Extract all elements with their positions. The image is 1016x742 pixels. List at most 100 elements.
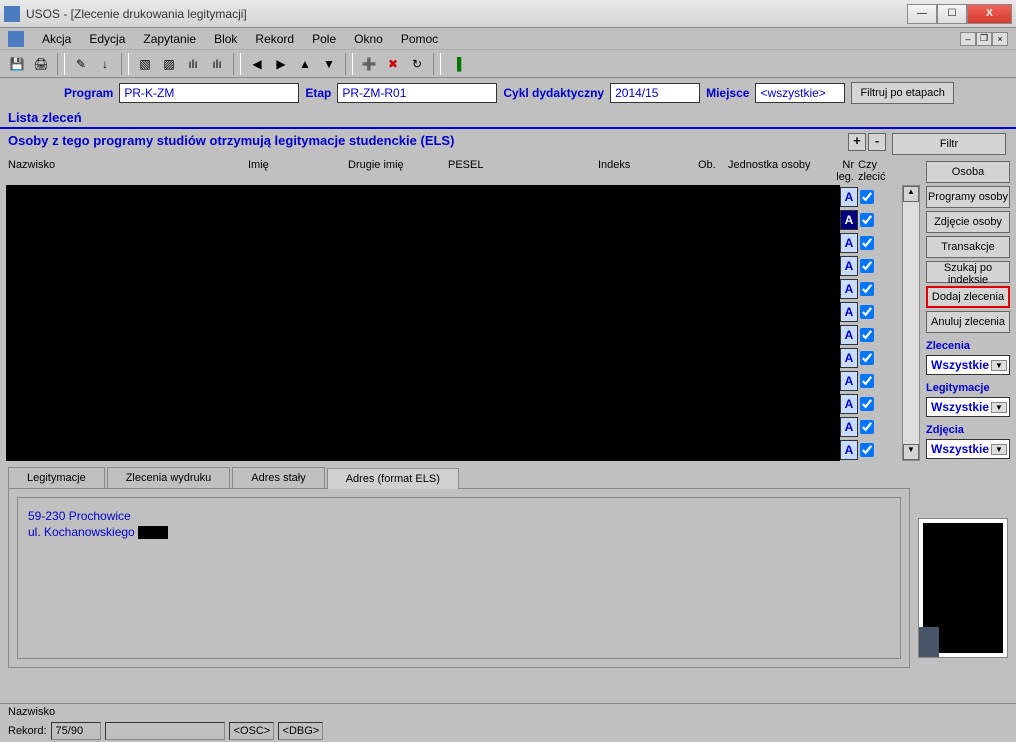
grid-row[interactable]: A [840,277,900,300]
transakcje-button[interactable]: Transakcje [926,236,1010,258]
tool-a-icon[interactable]: ▧ [134,53,156,75]
etap-label: Etap [305,86,331,100]
minimize-button[interactable]: — [907,4,937,24]
menu-pomoc[interactable]: Pomoc [401,32,438,46]
del-icon[interactable]: ✖ [382,53,404,75]
menu-rekord[interactable]: Rekord [255,32,294,46]
mdi-close[interactable]: × [992,32,1008,46]
plus-button[interactable]: + [848,133,866,151]
tab-adres-staly[interactable]: Adres stały [232,467,324,488]
status-dbg: <DBG> [278,722,323,740]
zlecic-checkbox[interactable] [860,443,874,457]
legitymacje-select[interactable]: Wszystkie [926,397,1010,417]
szukaj-po-indeksie-button[interactable]: Szukaj po indeksie [926,261,1010,283]
cell-status: A [840,325,858,345]
lista-zlecen-title: Lista zleceń [0,108,1016,129]
next-icon[interactable]: ▶ [270,53,292,75]
cykl-input[interactable] [610,83,700,103]
programy-osoby-button[interactable]: Programy osoby [926,186,1010,208]
cell-status: A [840,233,858,253]
zdjecie-osoby-button[interactable]: Zdjęcie osoby [926,211,1010,233]
filtruj-button[interactable]: Filtruj po etapach [851,82,953,104]
grid-row[interactable]: A [840,392,900,415]
zlecic-checkbox[interactable] [860,328,874,342]
zlecic-checkbox[interactable] [860,305,874,319]
zdjecia-select[interactable]: Wszystkie [926,439,1010,459]
tab-adres-format-els[interactable]: Adres (format ELS) [327,468,459,489]
filtr-button[interactable]: Filtr [892,133,1006,155]
menu-akcja[interactable]: Akcja [42,32,71,46]
zlecic-checkbox[interactable] [860,282,874,296]
down2-icon[interactable]: ▼ [318,53,340,75]
grid-row[interactable]: A [840,369,900,392]
grid-row[interactable]: A [840,300,900,323]
mdi-minimize[interactable]: – [960,32,976,46]
tab-legitymacje[interactable]: Legitymacje [8,467,105,488]
zlecic-checkbox[interactable] [860,351,874,365]
menu-bar: Akcja Edycja Zapytanie Blok Rekord Pole … [0,28,1016,50]
miejsce-input[interactable] [755,83,845,103]
grid-row[interactable]: A [840,254,900,277]
grid-row[interactable]: A [840,415,900,438]
up-icon[interactable]: ▲ [294,53,316,75]
cell-status: A [840,302,858,322]
minus-button[interactable]: - [868,133,886,151]
menu-blok[interactable]: Blok [214,32,237,46]
exit-icon[interactable]: ▐ [446,53,468,75]
window-title: USOS - [Zlecenie drukowania legitymacji] [26,7,907,21]
cell-status: A [840,371,858,391]
column-headers: Nazwisko Imię Drugie imię PESEL Indeks O… [6,157,920,185]
address-line2: ul. Kochanowskiego [28,524,890,540]
menu-edycja[interactable]: Edycja [89,32,125,46]
grid-row[interactable]: A [840,185,900,208]
zlecic-checkbox[interactable] [860,190,874,204]
menu-zapytanie[interactable]: Zapytanie [143,32,196,46]
refresh-icon[interactable]: ↻ [406,53,428,75]
maximize-button[interactable]: ☐ [937,4,967,24]
zlecic-checkbox[interactable] [860,374,874,388]
etap-input[interactable] [337,83,497,103]
anuluj-zlecenia-button[interactable]: Anuluj zlecenia [926,311,1010,333]
print-icon[interactable]: 🖨 [30,53,52,75]
edit-icon[interactable]: ✎ [70,53,92,75]
add-icon[interactable]: ➕ [358,53,380,75]
zlecic-checkbox[interactable] [860,397,874,411]
grid-row[interactable]: A [840,231,900,254]
close-button[interactable]: X [967,4,1012,24]
zlecic-checkbox[interactable] [860,236,874,250]
program-input[interactable] [119,83,299,103]
mdi-icon [8,31,24,47]
tool-b-icon[interactable]: ▨ [158,53,180,75]
dodaj-zlecenia-button[interactable]: Dodaj zlecenia [926,286,1010,308]
bars1-icon[interactable]: ılı [182,53,204,75]
grid-row[interactable]: A [840,323,900,346]
zlecic-checkbox[interactable] [860,213,874,227]
save-icon[interactable]: 💾 [6,53,28,75]
osoba-button[interactable]: Osoba [926,161,1010,183]
zlecic-checkbox[interactable] [860,259,874,273]
data-grid[interactable] [6,185,840,461]
col-drugie-imie: Drugie imię [346,159,446,183]
scroll-down-icon[interactable]: ▼ [903,444,919,460]
grid-row[interactable]: A [840,208,900,231]
zlecic-checkbox[interactable] [860,420,874,434]
grid-row[interactable]: A [840,346,900,369]
grid-scrollbar[interactable]: ▲ ▼ [902,185,920,461]
zlecenia-select[interactable]: Wszystkie [926,355,1010,375]
col-nazwisko: Nazwisko [6,159,246,183]
scroll-up-icon[interactable]: ▲ [903,186,919,202]
bars2-icon[interactable]: ılı [206,53,228,75]
menu-okno[interactable]: Okno [354,32,383,46]
col-jednostka: Jednostka osoby [726,159,826,183]
cell-status: A [840,187,858,207]
tab-zlecenia-wydruku[interactable]: Zlecenia wydruku [107,467,231,488]
program-label: Program [64,86,113,100]
grid-row[interactable]: A [840,438,900,461]
menu-pole[interactable]: Pole [312,32,336,46]
cell-status: A [840,348,858,368]
mdi-restore[interactable]: ❐ [976,32,992,46]
status-nazwisko-label: Nazwisko [8,706,55,718]
first-icon[interactable]: ◀ [246,53,268,75]
col-nr-leg: Nr leg. [826,159,856,183]
down-icon[interactable]: ↓ [94,53,116,75]
